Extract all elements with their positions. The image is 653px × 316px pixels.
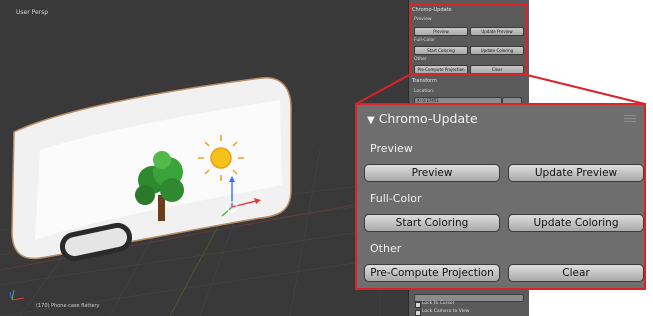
zoom-start-coloring-button[interactable]: Start Coloring [364, 214, 500, 232]
lock-to-cursor-checkbox[interactable] [415, 302, 421, 308]
zoom-update-coloring-button[interactable]: Update Coloring [508, 214, 644, 232]
zoom-other-section-label: Other [370, 242, 402, 255]
zoom-panel-title: Chromo-Update [378, 111, 478, 126]
zoom-precompute-projection-button[interactable]: Pre-Compute Projection [364, 264, 500, 282]
zoomed-chromo-update-panel: ▼ Chromo-Update Preview Preview Update Pr… [355, 103, 646, 290]
collapse-triangle-icon[interactable]: ▼ [367, 115, 375, 126]
highlight-box [409, 3, 527, 75]
viewport-label: User Persp [16, 9, 49, 16]
lock-camera-label: Lock Camera to View [422, 309, 470, 314]
transform-panel-header[interactable]: Transform [412, 78, 437, 84]
zoom-preview-section-label: Preview [370, 142, 413, 155]
3d-viewport[interactable]: User Persp (170) Phone case flattery [0, 0, 408, 316]
zoom-clear-button[interactable]: Clear [508, 264, 644, 282]
zoom-update-preview-button[interactable]: Update Preview [508, 164, 644, 182]
axis-widget-icon [9, 289, 25, 301]
lock-camera-checkbox[interactable] [415, 310, 421, 316]
zoom-preview-button[interactable]: Preview [364, 164, 500, 182]
viewport-scene [0, 77, 408, 316]
viewport-object-name: (170) Phone case flattery [36, 303, 100, 309]
lock-to-cursor-label: Lock to Cursor [422, 301, 455, 306]
location-label: Location: [414, 89, 435, 94]
drag-grip-icon[interactable] [624, 115, 636, 123]
zoom-panel-header[interactable]: ▼ Chromo-Update [367, 111, 478, 126]
zoom-fullcolor-section-label: Full-Color [370, 192, 422, 205]
